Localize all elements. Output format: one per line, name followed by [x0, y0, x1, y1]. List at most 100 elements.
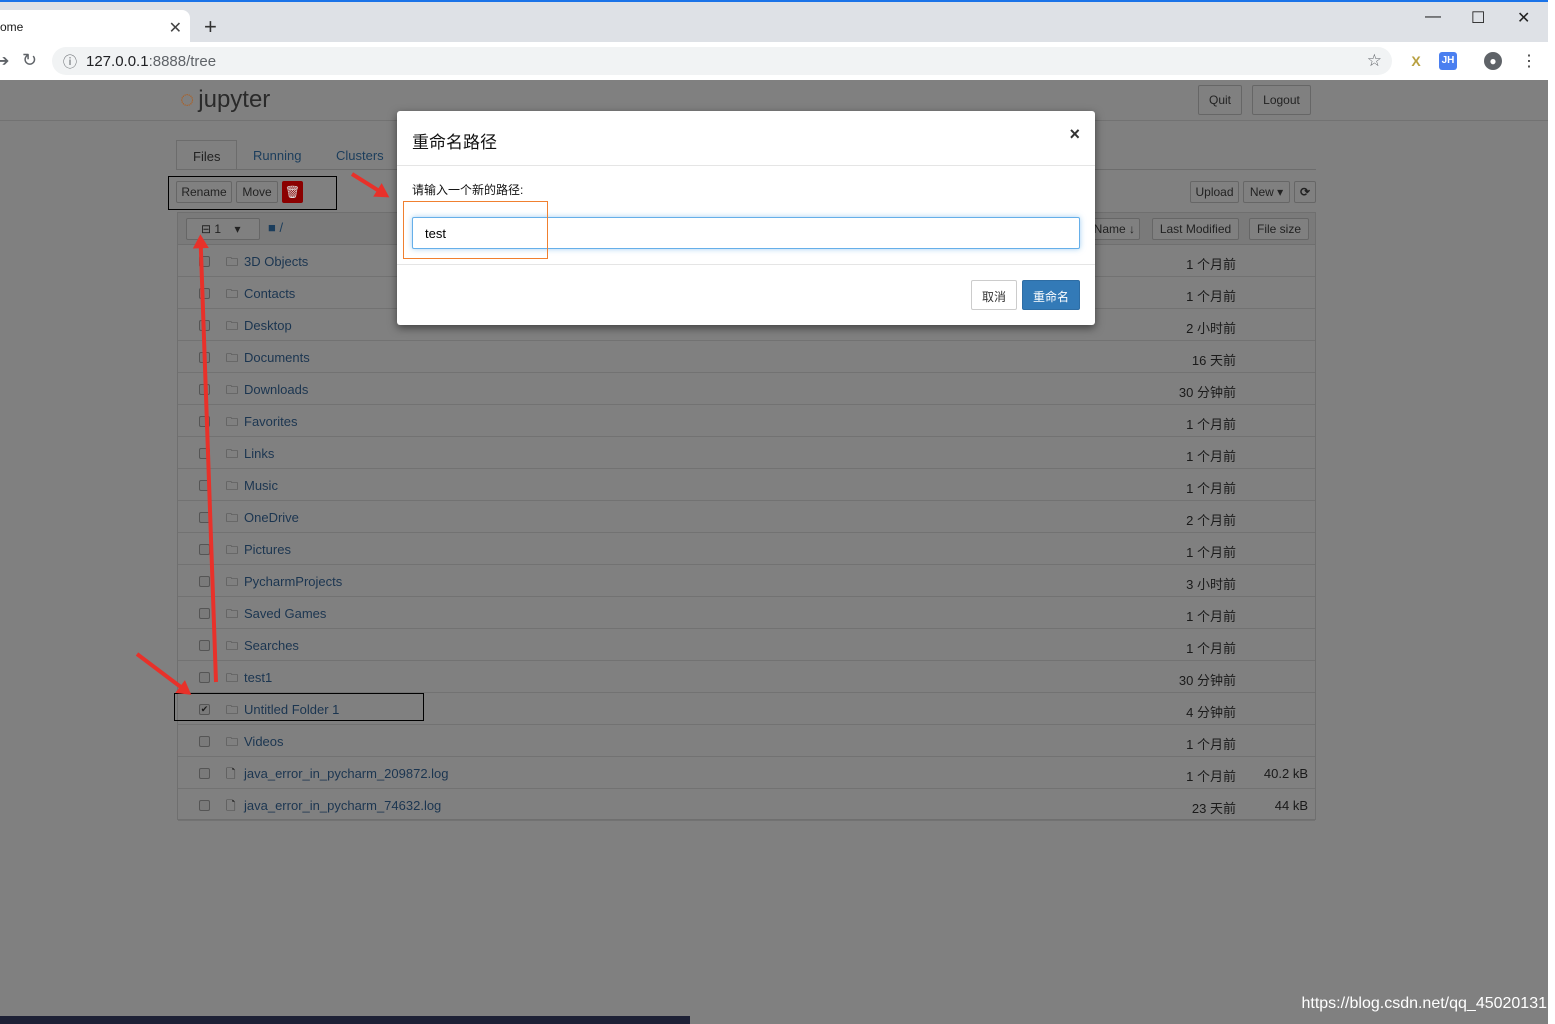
quit-button[interactable]: Quit	[1198, 85, 1242, 115]
folder-icon: 🗀	[226, 415, 239, 429]
selected-count: 1	[214, 222, 222, 236]
breadcrumb[interactable]: ■ /	[268, 220, 283, 235]
refresh-button[interactable]: ⟳	[1294, 181, 1316, 203]
modified-time: 23 天前	[1191, 801, 1236, 816]
row-checkbox[interactable]	[199, 768, 210, 779]
item-name-link[interactable]: Desktop	[244, 318, 292, 333]
table-row[interactable]: 🗀 Links 1 个月前	[178, 437, 1315, 469]
close-icon[interactable]: ×	[1069, 124, 1080, 145]
forward-icon[interactable]: ➔	[0, 51, 9, 71]
modified-time: 1 个月前	[1186, 257, 1236, 272]
table-row[interactable]: 🗀 Pictures 1 个月前	[178, 533, 1315, 565]
row-checkbox[interactable]	[199, 640, 210, 651]
maximize-icon[interactable]: ☐	[1471, 8, 1485, 28]
row-checkbox[interactable]	[199, 608, 210, 619]
modified-time: 1 个月前	[1186, 769, 1236, 784]
modified-time: 1 个月前	[1186, 641, 1236, 656]
folder-icon: 🗀	[226, 383, 239, 397]
file-icon: 🗋	[226, 767, 236, 781]
row-checkbox[interactable]	[199, 736, 210, 747]
watermark: https://blog.csdn.net/qq_45020131	[1301, 995, 1547, 1012]
item-name-link[interactable]: java_error_in_pycharm_209872.log	[244, 766, 449, 781]
close-window-icon[interactable]: ✕	[1517, 8, 1530, 28]
tab-files[interactable]: Files	[176, 140, 238, 170]
item-name-link[interactable]: Searches	[244, 638, 299, 653]
item-name-link[interactable]: Contacts	[244, 286, 295, 301]
item-name-link[interactable]: 3D Objects	[244, 254, 308, 269]
sort-last-modified-button[interactable]: Last Modified	[1152, 218, 1239, 240]
item-name-link[interactable]: Links	[244, 446, 274, 461]
reload-icon[interactable]: ↻	[22, 50, 37, 71]
rename-dialog: 重命名路径 × 请输入一个新的路径: 取消 重命名	[397, 111, 1095, 325]
profile-icon[interactable]: ●	[1484, 52, 1502, 70]
close-tab-icon[interactable]: ✕	[169, 18, 182, 38]
row-checkbox[interactable]	[199, 800, 210, 811]
table-row[interactable]: 🗀 test1 30 分钟前	[178, 661, 1315, 693]
table-row[interactable]: 🗀 Videos 1 个月前	[178, 725, 1315, 757]
folder-icon: 🗀	[226, 511, 239, 525]
modified-time: 1 个月前	[1186, 481, 1236, 496]
item-name-link[interactable]: Videos	[244, 734, 284, 749]
caret-down-icon: ▾	[234, 222, 241, 236]
table-row[interactable]: 🗀 Music 1 个月前	[178, 469, 1315, 501]
logo-text: jupyter	[198, 86, 271, 113]
bookmark-star-icon[interactable]: ☆	[1367, 51, 1382, 71]
modified-time: 2 个月前	[1186, 513, 1236, 528]
item-name-link[interactable]: Music	[244, 478, 278, 493]
folder-icon: 🗀	[226, 575, 239, 589]
folder-icon: 🗀	[226, 255, 239, 269]
table-row[interactable]: 🗋 java_error_in_pycharm_74632.log 23 天前 …	[178, 789, 1315, 821]
row-checkbox[interactable]	[199, 576, 210, 587]
rename-confirm-button[interactable]: 重命名	[1022, 280, 1081, 310]
table-row[interactable]: 🗀 Favorites 1 个月前	[178, 405, 1315, 437]
folder-icon: 🗀	[226, 607, 239, 621]
upload-button[interactable]: Upload	[1190, 181, 1239, 203]
path-label: 请输入一个新的路径:	[412, 183, 524, 197]
item-name-link[interactable]: PycharmProjects	[244, 574, 342, 589]
table-row[interactable]: 🗀 Saved Games 1 个月前	[178, 597, 1315, 629]
table-row[interactable]: 🗀 Documents 16 天前	[178, 341, 1315, 373]
minimize-icon[interactable]: —	[1425, 8, 1441, 26]
item-name-link[interactable]: test1	[244, 670, 272, 685]
cancel-button[interactable]: 取消	[971, 280, 1018, 310]
tab-running[interactable]: Running	[237, 140, 317, 170]
new-dropdown-button[interactable]: New ▾	[1243, 181, 1290, 203]
modified-time: 1 个月前	[1186, 545, 1236, 560]
extension-x-icon[interactable]: X	[1407, 52, 1425, 70]
sort-file-size-button[interactable]: File size	[1249, 218, 1309, 240]
folder-icon: 🗀	[226, 735, 239, 749]
extension-jh-icon[interactable]: JH	[1439, 52, 1457, 70]
item-name-link[interactable]: OneDrive	[244, 510, 299, 525]
modified-time: 30 分钟前	[1178, 385, 1236, 400]
item-name-link[interactable]: java_error_in_pycharm_74632.log	[244, 798, 441, 813]
modified-time: 1 个月前	[1186, 417, 1236, 432]
item-name-link[interactable]: Favorites	[244, 414, 297, 429]
file-icon: 🗋	[226, 799, 236, 813]
item-name-link[interactable]: Downloads	[244, 382, 308, 397]
folder-icon: 🗀	[226, 319, 239, 333]
table-row[interactable]: 🗀 Searches 1 个月前	[178, 629, 1315, 661]
breadcrumb-root: /	[279, 220, 284, 235]
item-name-link[interactable]: Pictures	[244, 542, 291, 557]
jupyter-logo[interactable]: ◌ jupyter	[180, 86, 270, 114]
table-row[interactable]: 🗀 PycharmProjects 3 小时前	[178, 565, 1315, 597]
table-row[interactable]: 🗀 Downloads 30 分钟前	[178, 373, 1315, 405]
file-size: 44 kB	[1274, 798, 1308, 813]
address-bar[interactable]: ⓘ 127.0.0.1:8888/tree ☆	[52, 47, 1392, 75]
tab-clusters[interactable]: Clusters	[320, 140, 400, 170]
url-host: 127.0.0.1	[86, 53, 149, 70]
browser-toolbar: ➔ ↻ ⓘ 127.0.0.1:8888/tree ☆	[0, 42, 1548, 80]
annotation-box	[403, 201, 548, 259]
modified-time: 1 个月前	[1186, 609, 1236, 624]
menu-icon[interactable]: ⋮	[1521, 51, 1537, 71]
sort-name-button[interactable]: Name ↓	[1090, 218, 1140, 240]
logout-button[interactable]: Logout	[1252, 85, 1311, 115]
item-name-link[interactable]: Documents	[244, 350, 310, 365]
browser-tab[interactable]: ome ✕	[0, 10, 190, 46]
modified-time: 4 分钟前	[1186, 705, 1236, 720]
table-row[interactable]: 🗋 java_error_in_pycharm_209872.log 1 个月前…	[178, 757, 1315, 789]
item-name-link[interactable]: Saved Games	[244, 606, 326, 621]
table-row[interactable]: 🗀 OneDrive 2 个月前	[178, 501, 1315, 533]
new-tab-icon[interactable]: +	[204, 14, 217, 40]
row-checkbox[interactable]	[199, 672, 210, 683]
